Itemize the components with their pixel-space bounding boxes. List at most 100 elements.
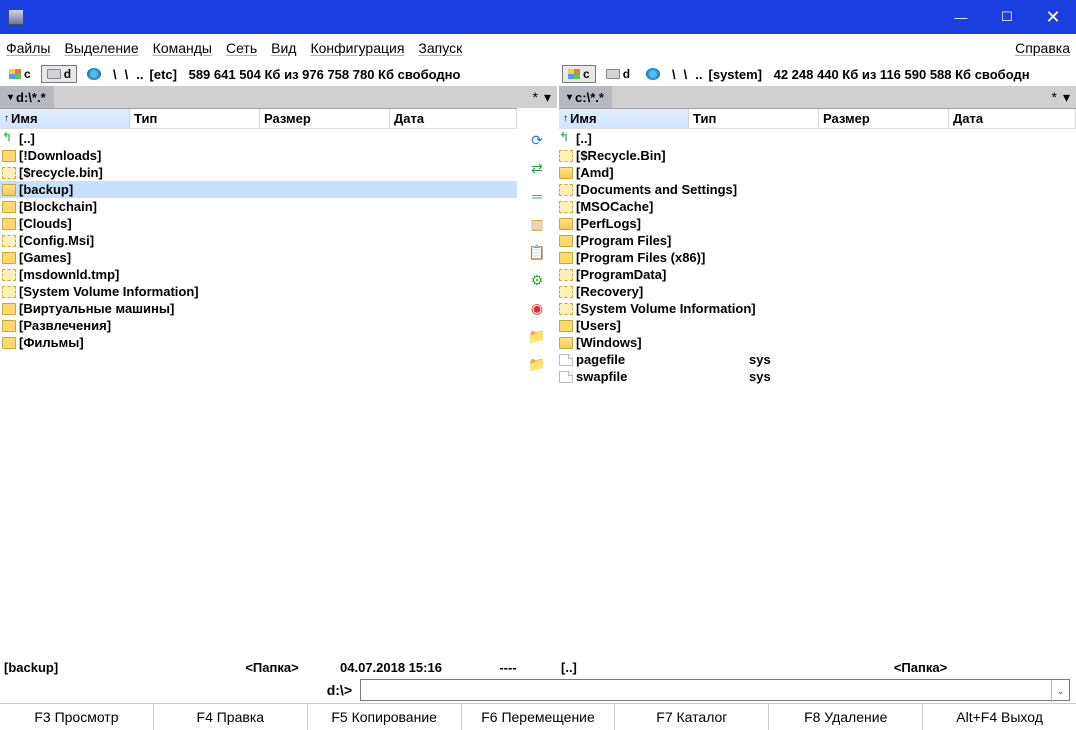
list-item[interactable]: swapfilesys <box>557 368 1076 385</box>
list-item[interactable]: [Program Files (x86)] <box>557 249 1076 266</box>
menu-config[interactable]: Конфигурация <box>310 40 404 56</box>
item-name: [backup] <box>19 182 517 197</box>
list-item[interactable]: [$recycle.bin] <box>0 164 517 181</box>
left-file-list[interactable]: [..][!Downloads][$recycle.bin][backup][B… <box>0 129 517 657</box>
left-path-dots[interactable]: .. <box>134 67 145 82</box>
right-drive-net[interactable] <box>640 66 666 82</box>
refresh-icon[interactable]: ⟳ <box>529 132 545 148</box>
item-name: [Games] <box>19 250 517 265</box>
item-name: [Users] <box>576 318 1076 333</box>
list-item[interactable]: [Clouds] <box>0 215 517 232</box>
list-item[interactable]: [Program Files] <box>557 232 1076 249</box>
right-tab[interactable]: ▾c:\*.* <box>559 86 612 108</box>
left-status-size: <Папка> <box>212 660 332 675</box>
command-history-dropdown[interactable]: ⌄ <box>1051 680 1069 702</box>
fkey-f3[interactable]: F3 Просмотр <box>0 704 154 730</box>
menu-view[interactable]: Вид <box>271 40 296 56</box>
list-item[interactable]: [msdownld.tmp] <box>0 266 517 283</box>
right-tab-menu[interactable]: ▾ <box>1063 89 1070 106</box>
item-name: [msdownld.tmp] <box>19 267 517 282</box>
right-path-sep2: \ <box>682 67 690 82</box>
titlebar[interactable]: — ☐ ✕ <box>0 0 1076 34</box>
close-button[interactable]: ✕ <box>1030 0 1076 34</box>
chrome-icon[interactable]: ◉ <box>529 300 545 316</box>
fkey-f7[interactable]: F7 Каталог <box>615 704 769 730</box>
list-item[interactable]: [Config.Msi] <box>0 232 517 249</box>
right-drive-c[interactable]: c <box>562 65 596 83</box>
list-item[interactable]: [backup] <box>0 181 517 198</box>
left-drive-d[interactable]: d <box>41 65 77 83</box>
left-tab-star[interactable]: * <box>533 89 538 105</box>
command-input[interactable]: ⌄ <box>360 679 1070 701</box>
item-name: [!Downloads] <box>19 148 517 163</box>
folder1-icon[interactable]: 📁 <box>529 328 545 344</box>
list-item[interactable]: [Развлечения] <box>0 317 517 334</box>
folder-icon <box>2 218 16 230</box>
right-tab-star[interactable]: * <box>1052 89 1057 105</box>
menu-net[interactable]: Сеть <box>226 40 257 56</box>
list-item[interactable]: [Documents and Settings] <box>557 181 1076 198</box>
left-col-name[interactable]: ↑Имя <box>0 109 130 128</box>
list-item[interactable]: [Фильмы] <box>0 334 517 351</box>
left-col-date[interactable]: Дата <box>390 109 517 128</box>
item-name: [System Volume Information] <box>19 284 517 299</box>
menu-help[interactable]: Справка <box>1015 40 1070 56</box>
left-panel-tabs: ▾d:\*.* * ▾ <box>0 86 557 108</box>
right-col-type[interactable]: Тип <box>689 109 819 128</box>
list-item[interactable]: [System Volume Information] <box>0 283 517 300</box>
list-item[interactable]: [MSOCache] <box>557 198 1076 215</box>
maximize-button[interactable]: ☐ <box>984 0 1030 34</box>
right-drive-d[interactable]: d <box>600 65 636 83</box>
list-item[interactable]: [Recovery] <box>557 283 1076 300</box>
fkey-f6[interactable]: F6 Перемещение <box>462 704 616 730</box>
list-item[interactable]: [Виртуальные машины] <box>0 300 517 317</box>
equal-icon[interactable]: ═ <box>529 188 545 204</box>
sync-icon[interactable]: ⚙ <box>529 272 545 288</box>
menu-files[interactable]: Файлы <box>6 40 50 56</box>
right-col-date[interactable]: Дата <box>949 109 1076 128</box>
left-tab-menu[interactable]: ▾ <box>544 89 551 106</box>
fkey-f4[interactable]: F4 Правка <box>154 704 308 730</box>
list-item[interactable]: [ProgramData] <box>557 266 1076 283</box>
right-file-list[interactable]: [..][$Recycle.Bin][Amd][Documents and Se… <box>557 129 1076 657</box>
menu-commands[interactable]: Команды <box>153 40 212 56</box>
list-item[interactable]: [Windows] <box>557 334 1076 351</box>
compare-icon[interactable]: ▥ <box>529 216 545 232</box>
fkey-f8[interactable]: F8 Удаление <box>769 704 923 730</box>
minimize-button[interactable]: — <box>938 0 984 34</box>
right-status: [..] <Папка> <box>557 657 1076 677</box>
right-col-size[interactable]: Размер <box>819 109 949 128</box>
item-name: [System Volume Information] <box>576 301 1076 316</box>
right-path-dots[interactable]: .. <box>693 67 704 82</box>
list-item[interactable]: [System Volume Information] <box>557 300 1076 317</box>
drivebar: c d \ \ .. [etc] 589 641 504 Кб из 976 7… <box>0 62 1076 86</box>
list-item[interactable]: [..] <box>0 130 517 147</box>
list-item[interactable]: [..] <box>557 130 1076 147</box>
folder-icon <box>559 303 573 315</box>
list-item[interactable]: [Amd] <box>557 164 1076 181</box>
list-item[interactable]: pagefilesys <box>557 351 1076 368</box>
swap-icon[interactable]: ⇄ <box>529 160 545 176</box>
menu-launch[interactable]: Запуск <box>418 40 462 56</box>
item-name: pagefile <box>576 352 746 367</box>
left-drive-net[interactable] <box>81 66 107 82</box>
menu-select[interactable]: Выделение <box>64 40 138 56</box>
left-drive-c[interactable]: c <box>3 65 37 83</box>
right-col-name[interactable]: ↑Имя <box>559 109 689 128</box>
list-item[interactable]: [!Downloads] <box>0 147 517 164</box>
left-col-type[interactable]: Тип <box>130 109 260 128</box>
list-item[interactable]: [Games] <box>0 249 517 266</box>
list-item[interactable]: [Blockchain] <box>0 198 517 215</box>
list-item[interactable]: [PerfLogs] <box>557 215 1076 232</box>
folder2-icon[interactable]: 📁 <box>529 356 545 372</box>
list-item[interactable]: [Users] <box>557 317 1076 334</box>
list-item[interactable]: [$Recycle.Bin] <box>557 147 1076 164</box>
windows-icon <box>568 69 580 79</box>
fkey-f5[interactable]: F5 Копирование <box>308 704 462 730</box>
left-tab[interactable]: ▾d:\*.* <box>0 86 54 108</box>
folder-icon <box>2 252 16 264</box>
copy-icon[interactable]: 📋 <box>529 244 545 260</box>
fkey-altf4[interactable]: Alt+F4 Выход <box>923 704 1076 730</box>
right-free-space: 42 248 440 Кб из 116 590 588 Кб свободн <box>774 67 1030 82</box>
left-col-size[interactable]: Размер <box>260 109 390 128</box>
